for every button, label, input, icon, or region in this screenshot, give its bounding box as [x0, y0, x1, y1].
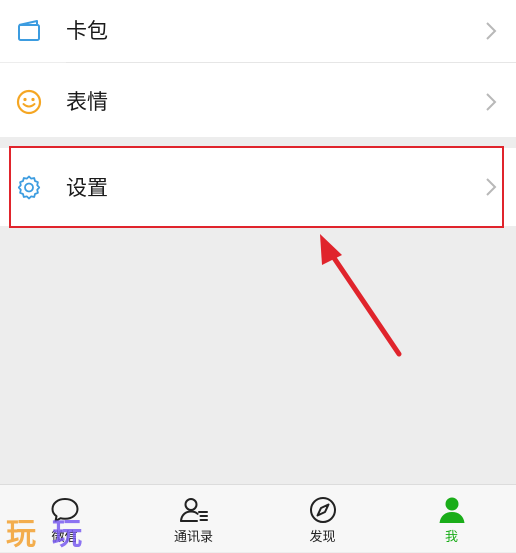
- chevron-right-icon: [484, 176, 498, 198]
- menu-item-settings[interactable]: 设置: [0, 148, 516, 226]
- chat-bubble-icon: [49, 495, 81, 525]
- gear-icon: [16, 174, 42, 200]
- tab-label: 我: [444, 530, 458, 545]
- chevron-right-icon: [484, 91, 498, 113]
- menu-item-stickers[interactable]: 表情: [0, 63, 516, 137]
- tab-label: 微信: [51, 530, 78, 545]
- tab-me[interactable]: 我: [387, 485, 516, 553]
- tab-label: 通讯录: [173, 530, 213, 545]
- tab-discover[interactable]: 发现: [258, 485, 387, 553]
- menu-item-label: 卡包: [66, 19, 108, 43]
- tab-contacts[interactable]: 通讯录: [129, 485, 258, 553]
- person-icon: [436, 495, 468, 525]
- menu-item-card-wallet[interactable]: 卡包: [0, 0, 516, 62]
- bottom-tab-bar: 微信 通讯录 发现 我: [0, 484, 516, 552]
- contacts-icon: [178, 495, 210, 525]
- compass-icon: [307, 495, 339, 525]
- chevron-right-icon: [484, 20, 498, 42]
- tab-chats[interactable]: 微信: [0, 485, 129, 553]
- menu-item-label: 设置: [66, 176, 108, 200]
- menu-item-label: 表情: [66, 90, 108, 114]
- tab-label: 发现: [309, 530, 336, 545]
- smiley-icon: [16, 89, 42, 115]
- card-wallet-icon: [16, 18, 42, 44]
